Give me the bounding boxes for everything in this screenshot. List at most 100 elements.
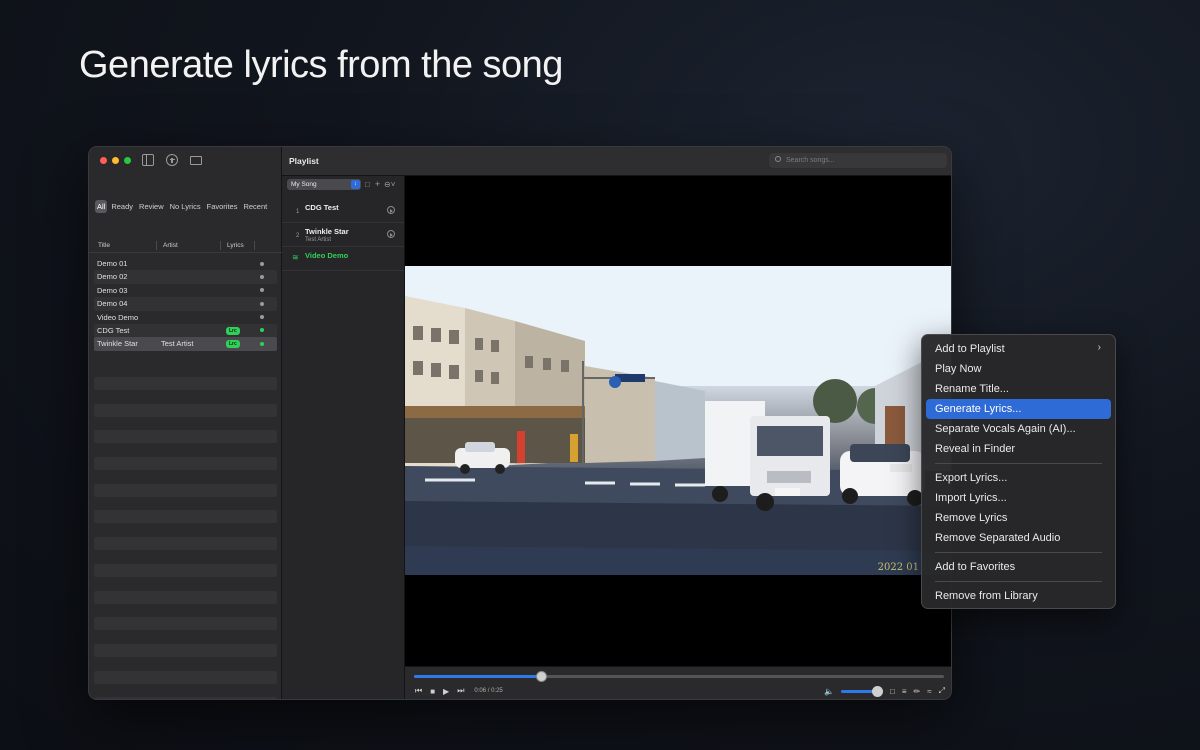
filter-review[interactable]: Review [137,200,166,213]
empty-row [94,563,277,577]
progress-knob[interactable] [536,671,548,682]
menu-item-separate-vocals-again-ai[interactable]: Separate Vocals Again (AI)... [926,419,1111,439]
table-row[interactable]: Demo 02 [94,270,277,284]
video-player[interactable]: 2022 01 12/16 [405,176,951,666]
play-circle-icon[interactable] [387,206,395,214]
transport-bar: ⏮ ■ ▶ ⏭ 0:06 / 0:25 🔈 □ ≡ ✏ ≈ ⤢ [405,666,951,699]
menu-item-remove-separated-audio[interactable]: Remove Separated Audio [926,528,1111,548]
playback-options: 🔈 □ ≡ ✏ ≈ ⤢ [824,685,945,697]
playlist-item[interactable]: 1 CDG Test [282,199,404,223]
menu-item-label: Import Lyrics... [935,491,1007,504]
column-title[interactable]: Title [98,242,110,249]
playlist-item-number: 1 [296,209,300,215]
menu-item-remove-lyrics[interactable]: Remove Lyrics [926,508,1111,528]
empty-row [94,643,277,657]
playlist-item[interactable]: ≋ Video Demo [282,247,404,271]
play-circle-icon[interactable] [387,230,395,238]
volume-knob[interactable] [871,685,883,697]
list-icon[interactable]: ≡ [902,687,907,696]
stop-icon[interactable]: ■ [430,687,435,696]
menu-item-import-lyrics[interactable]: Import Lyrics... [926,488,1111,508]
search-placeholder: Search songs... [786,156,835,164]
menu-item-generate-lyrics[interactable]: Generate Lyrics... [926,399,1111,419]
filter-favorites[interactable]: Favorites [205,200,240,213]
chevron-updown-icon: ↕ [351,180,360,189]
status-dot [260,328,264,333]
minimize-window-button[interactable] [112,157,119,164]
waveform-icon[interactable]: ≈ [927,687,931,696]
menu-item-rename-title[interactable]: Rename Title... [926,379,1111,399]
main-toolbar: Playlist Search songs... [282,147,951,176]
empty-rows [94,377,277,699]
column-lyrics[interactable]: Lyrics [227,242,244,249]
filter-no-lyrics[interactable]: No Lyrics [168,200,203,213]
playlist-item-name: Video Demo [305,251,349,260]
playlist-options-icon[interactable]: ⊖˅ [384,179,395,190]
volume-icon[interactable]: 🔈 [824,687,834,696]
skip-back-icon[interactable]: ⏮ [415,686,422,696]
empty-row [94,377,277,390]
skip-forward-icon[interactable]: ⏭ [457,686,464,696]
fullscreen-icon[interactable]: ⤢ [939,686,945,696]
table-row[interactable]: Video Demo [94,311,277,324]
menu-item-label: Add to Favorites [935,560,1016,573]
table-row[interactable]: Demo 03 [94,284,277,297]
add-playlist-icon[interactable]: + [375,179,380,190]
lyrics-bubble-icon[interactable]: □ [890,687,895,696]
folder-icon[interactable] [190,156,202,165]
playlist-select[interactable]: My Song ↕ [287,179,361,190]
empty-row [94,403,277,417]
save-playlist-icon[interactable]: □ [365,179,370,190]
filter-all[interactable]: All [95,200,108,213]
lrc-badge: Lrc [226,340,240,349]
volume-slider[interactable] [840,685,883,697]
menu-item-label: Remove from Library [935,589,1038,602]
song-title: Demo 03 [97,285,128,295]
menu-item-add-to-playlist[interactable]: Add to Playlist › [926,339,1111,359]
song-title: CDG Test [97,325,130,335]
library-sidebar: All Ready Review No Lyrics Favorites Recent T… [89,147,282,699]
play-icon[interactable]: ▶ [443,687,449,696]
status-dot [260,261,264,266]
edit-icon[interactable]: ✏ [914,687,921,696]
page-headline: Generate lyrics from the song [79,44,563,86]
table-row[interactable]: Demo 04 [94,297,277,311]
toggle-sidebar-icon[interactable] [142,154,154,166]
context-menu: Add to Playlist › Play Now Rename Title... G… [921,334,1116,609]
library-table-header: Title Artist Lyrics [89,239,282,253]
column-artist[interactable]: Artist [163,242,178,249]
add-song-icon[interactable] [166,154,178,166]
zoom-window-button[interactable] [124,157,131,164]
menu-item-label: Reveal in Finder [935,442,1016,455]
playlist-item-name: CDG Test [305,203,339,212]
search-icon [775,156,781,162]
menu-item-play-now[interactable]: Play Now [926,359,1111,379]
toolbar-title: Playlist [289,156,319,166]
menu-item-remove-from-library[interactable]: Remove from Library [926,586,1111,606]
table-row[interactable]: Demo 01 [94,257,277,270]
library-list: Demo 01 Demo 02 Demo 03 Demo 04 Video Demo CD… [94,257,277,351]
app-window: All Ready Review No Lyrics Favorites Recent T… [88,146,952,700]
menu-item-label: Export Lyrics... [935,471,1008,484]
lrc-badge: Lrc [226,326,240,335]
menu-item-add-to-favorites[interactable]: Add to Favorites [926,557,1111,577]
menu-item-reveal-in-finder[interactable]: Reveal in Finder [926,439,1111,459]
close-window-button[interactable] [100,157,107,164]
menu-item-label: Remove Lyrics [935,511,1008,524]
video-frame: 2022 01 12/16 [405,266,951,575]
status-dot [260,341,264,346]
table-row[interactable]: Twinkle Star Test Artist Lrc [94,337,277,351]
search-field[interactable]: Search songs... [769,153,947,168]
song-title: Twinkle Star [97,339,138,349]
filter-bar: All Ready Review No Lyrics Favorites Recent [95,200,269,213]
menu-item-label: Remove Separated Audio [935,531,1061,544]
filter-recent[interactable]: Recent [241,200,269,213]
menu-item-label: Play Now [935,362,982,375]
empty-row [94,697,277,699]
menu-item-export-lyrics[interactable]: Export Lyrics... [926,468,1111,488]
playlist-item[interactable]: 2 Twinkle Star Test Artist [282,223,404,247]
progress-slider[interactable] [414,671,944,682]
table-row[interactable]: CDG Test Lrc [94,323,277,338]
filter-ready[interactable]: Ready [109,200,135,213]
now-playing-icon: ≋ [292,253,299,262]
